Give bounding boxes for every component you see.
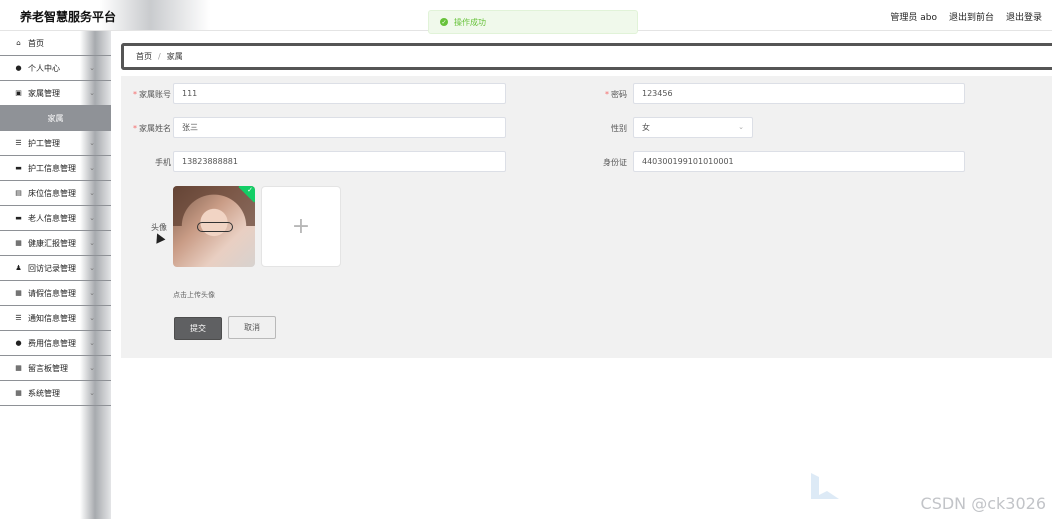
phone-label: 手机 (155, 158, 171, 167)
sidebar-item-message-board[interactable]: ▦ 留言板管理 ⌄ (0, 356, 111, 381)
grid-icon: ▦ (15, 364, 22, 372)
sidebar-item-bed-info[interactable]: ▤ 床位信息管理 ⌄ (0, 181, 111, 206)
sidebar-item-label: 通知信息管理 (28, 313, 76, 323)
monitor-icon: ▬ (15, 164, 22, 172)
watermark-text: CSDN @ck3026 (920, 494, 1046, 513)
home-icon: ⌂ (16, 39, 21, 47)
sidebar-item-label: 首页 (28, 38, 44, 48)
grid-icon: ▦ (15, 389, 22, 397)
plus-icon: + (291, 214, 311, 239)
sidebar-item-label: 系统管理 (28, 388, 60, 398)
sidebar-item-label: 留言板管理 (28, 363, 68, 373)
chevron-down-icon: ⌄ (89, 239, 95, 247)
admin-user-link[interactable]: 管理员 abo (890, 10, 937, 23)
sidebar-item-personal-center[interactable]: ● 个人中心 ⌄ (0, 56, 111, 81)
go-frontend-link[interactable]: 退出到前台 (949, 10, 994, 23)
chevron-down-icon: ⌄ (89, 64, 95, 72)
chevron-down-icon: ⌄ (89, 339, 95, 347)
toast-text: 操作成功 (454, 17, 486, 27)
sidebar-item-label: 费用信息管理 (28, 338, 76, 348)
list-icon: ☰ (15, 314, 22, 322)
chevron-down-icon: ⌄ (89, 89, 95, 97)
list-icon: ☰ (15, 139, 22, 147)
breadcrumb: 首页 / 家属 (121, 43, 1052, 70)
chevron-down-icon: ⌄ (89, 289, 95, 297)
name-field[interactable]: 张三 (173, 117, 506, 138)
id-card-icon: ▬ (15, 214, 22, 222)
breadcrumb-current: 家属 (166, 52, 183, 61)
bed-icon: ▤ (15, 189, 22, 197)
chevron-down-icon: ⌄ (89, 189, 95, 197)
sidebar-item-caregiver-management[interactable]: ☰ 护工管理 ⌄ (0, 131, 111, 156)
check-circle-icon: ✓ (440, 18, 448, 26)
grid-icon: ▦ (15, 289, 22, 297)
gender-select[interactable]: 女 ⌄ (633, 117, 753, 138)
success-toast: ✓ 操作成功 (428, 10, 638, 34)
chevron-down-icon: ⌄ (89, 214, 95, 222)
gender-value: 女 (642, 123, 650, 132)
sidebar-item-label: 老人信息管理 (28, 213, 76, 223)
chevron-down-icon: ⌄ (89, 314, 95, 322)
app-title: 养老智慧服务平台 (20, 10, 117, 24)
cancel-button[interactable]: 取消 (228, 316, 276, 339)
sidebar-item-label: 个人中心 (28, 63, 60, 73)
upload-hint: 点击上传头像 (173, 291, 215, 299)
user-group-icon: ● (15, 339, 22, 347)
sidebar-item-leave-info[interactable]: ▦ 请假信息管理 ⌄ (0, 281, 111, 306)
avatar-image[interactable]: ✓ (173, 186, 255, 267)
person-icon: ♟ (15, 264, 22, 272)
phone-field[interactable]: 13823888881 (173, 151, 506, 172)
account-label: * 家属账号 (133, 90, 171, 99)
sidebar: ⌂ 首页 ● 个人中心 ⌄ ▣ 家属管理 ⌄ 家属 ☰ 护工管理 ⌄ ▬ 护工信… (0, 31, 111, 519)
sidebar-subitem-family[interactable]: 家属 (0, 106, 111, 131)
clipboard-icon: ▣ (15, 89, 22, 97)
idcard-field[interactable]: 440300199101010001 (633, 151, 965, 172)
avatar-glasses-shape (197, 222, 233, 232)
idcard-label: 身份证 (603, 158, 627, 167)
sidebar-item-label: 护工信息管理 (28, 163, 76, 173)
watermark-logo-icon (811, 473, 839, 499)
breadcrumb-separator: / (158, 52, 161, 61)
sidebar-item-label: 回访记录管理 (28, 263, 76, 273)
grid-icon: ▦ (15, 239, 22, 247)
password-field[interactable]: 123456 (633, 83, 965, 104)
sidebar-item-system-management[interactable]: ▦ 系统管理 ⌄ (0, 381, 111, 406)
sidebar-item-notice-info[interactable]: ☰ 通知信息管理 ⌄ (0, 306, 111, 331)
sidebar-item-fee-info[interactable]: ● 费用信息管理 ⌄ (0, 331, 111, 356)
chevron-down-icon: ⌄ (89, 164, 95, 172)
check-icon: ✓ (247, 186, 253, 194)
chevron-down-icon: ⌄ (738, 123, 744, 131)
logout-link[interactable]: 退出登录 (1006, 10, 1042, 23)
sidebar-item-label: 护工管理 (28, 138, 60, 148)
user-icon: ● (15, 64, 22, 72)
chevron-down-icon: ⌄ (89, 389, 95, 397)
sidebar-item-label: 家属管理 (28, 88, 60, 98)
chevron-down-icon: ⌄ (89, 364, 95, 372)
avatar-upload-button[interactable]: + (261, 186, 341, 267)
sidebar-item-visit-record[interactable]: ♟ 回访记录管理 ⌄ (0, 256, 111, 281)
family-form: * 家属账号 111 * 密码 123456 * 家属姓名 张三 性别 女 ⌄ 手机 … (121, 76, 1052, 358)
breadcrumb-home[interactable]: 首页 (136, 51, 152, 62)
sidebar-item-health-report[interactable]: ▦ 健康汇报管理 ⌄ (0, 231, 111, 256)
chevron-down-icon: ⌄ (89, 264, 95, 272)
chevron-down-icon: ⌄ (89, 139, 95, 147)
header-links: 管理员 abo 退出到前台 退出登录 (890, 10, 1042, 23)
account-field[interactable]: 111 (173, 83, 506, 104)
sidebar-item-caregiver-info[interactable]: ▬ 护工信息管理 ⌄ (0, 156, 111, 181)
sidebar-item-home[interactable]: ⌂ 首页 (0, 31, 111, 56)
gender-label: 性别 (611, 124, 627, 133)
password-label: * 密码 (605, 90, 627, 99)
submit-button[interactable]: 提交 (174, 317, 222, 340)
sidebar-item-label: 健康汇报管理 (28, 238, 76, 248)
sidebar-item-family-management[interactable]: ▣ 家属管理 ⌄ (0, 81, 111, 106)
sidebar-item-label: 床位信息管理 (28, 188, 76, 198)
sidebar-item-elderly-info[interactable]: ▬ 老人信息管理 ⌄ (0, 206, 111, 231)
name-label: * 家属姓名 (133, 124, 171, 133)
sidebar-item-label: 请假信息管理 (28, 288, 76, 298)
